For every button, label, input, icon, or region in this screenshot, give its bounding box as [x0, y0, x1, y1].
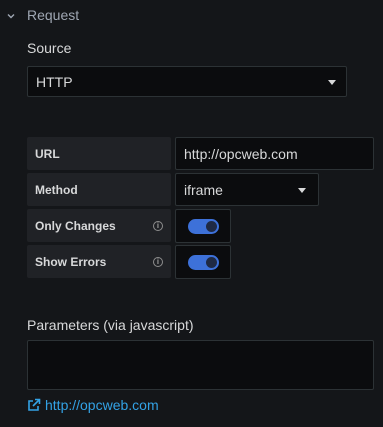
url-label-text: URL	[35, 146, 60, 161]
external-link[interactable]: http://opcweb.com	[27, 396, 159, 414]
url-label: URL	[27, 137, 171, 170]
caret-down-icon	[298, 187, 306, 193]
url-input[interactable]: http://opcweb.com	[175, 137, 374, 170]
only-changes-label: Only Changes i	[27, 209, 171, 242]
toggle-knob	[206, 257, 217, 268]
method-label: Method	[27, 173, 171, 206]
toggle-knob	[206, 221, 217, 232]
method-select-value: iframe	[184, 181, 223, 198]
caret-down-icon	[328, 79, 336, 85]
external-link-text: http://opcweb.com	[45, 397, 159, 413]
source-label: Source	[27, 40, 72, 56]
parameters-textarea[interactable]	[27, 340, 374, 390]
show-errors-switch-container	[175, 245, 231, 279]
show-errors-toggle[interactable]	[188, 255, 219, 270]
only-changes-switch-container	[175, 209, 231, 243]
source-select-value: HTTP	[36, 73, 73, 90]
request-section-header[interactable]: Request	[0, 0, 383, 32]
method-label-text: Method	[35, 182, 78, 197]
show-errors-label: Show Errors i	[27, 245, 171, 278]
only-changes-label-text: Only Changes	[35, 218, 116, 233]
only-changes-toggle[interactable]	[188, 219, 219, 234]
parameters-label: Parameters (via javascript)	[27, 317, 194, 333]
info-icon[interactable]: i	[153, 220, 163, 231]
method-select[interactable]: iframe	[175, 173, 319, 206]
external-link-icon	[28, 398, 41, 411]
section-title: Request	[27, 7, 80, 23]
show-errors-label-text: Show Errors	[35, 254, 107, 269]
chevron-down-icon	[7, 14, 15, 19]
info-icon[interactable]: i	[153, 256, 163, 267]
source-select[interactable]: HTTP	[27, 66, 347, 97]
url-input-value: http://opcweb.com	[184, 145, 298, 162]
